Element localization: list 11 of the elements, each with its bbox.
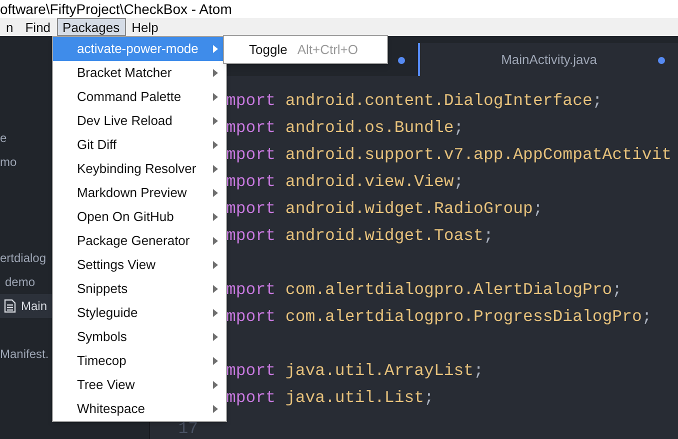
code-line: mport android.support.v7.app.AppCompatActivit bbox=[226, 144, 672, 166]
code-line: mport com.alertdialogpro.ProgressDialogPro; bbox=[226, 306, 652, 328]
code-line: mport android.view.View; bbox=[226, 171, 464, 194]
code-line: mport com.alertdialogpro.AlertDialogPro; bbox=[226, 279, 622, 302]
code-line: mport android.os.Bundle; bbox=[226, 117, 464, 140]
code-line: mport java.util.ArrayList; bbox=[226, 360, 484, 382]
code-line: mport android.widget.RadioGroup; bbox=[226, 198, 543, 220]
code-line: mport android.content.DialogInterface; bbox=[226, 90, 602, 112]
code-line: mport android.widget.Toast; bbox=[226, 225, 494, 248]
code-line: mport java.util.List; bbox=[226, 387, 434, 410]
window-title: oftware\FiftyProject\CheckBox - Atom bbox=[0, 2, 232, 16]
